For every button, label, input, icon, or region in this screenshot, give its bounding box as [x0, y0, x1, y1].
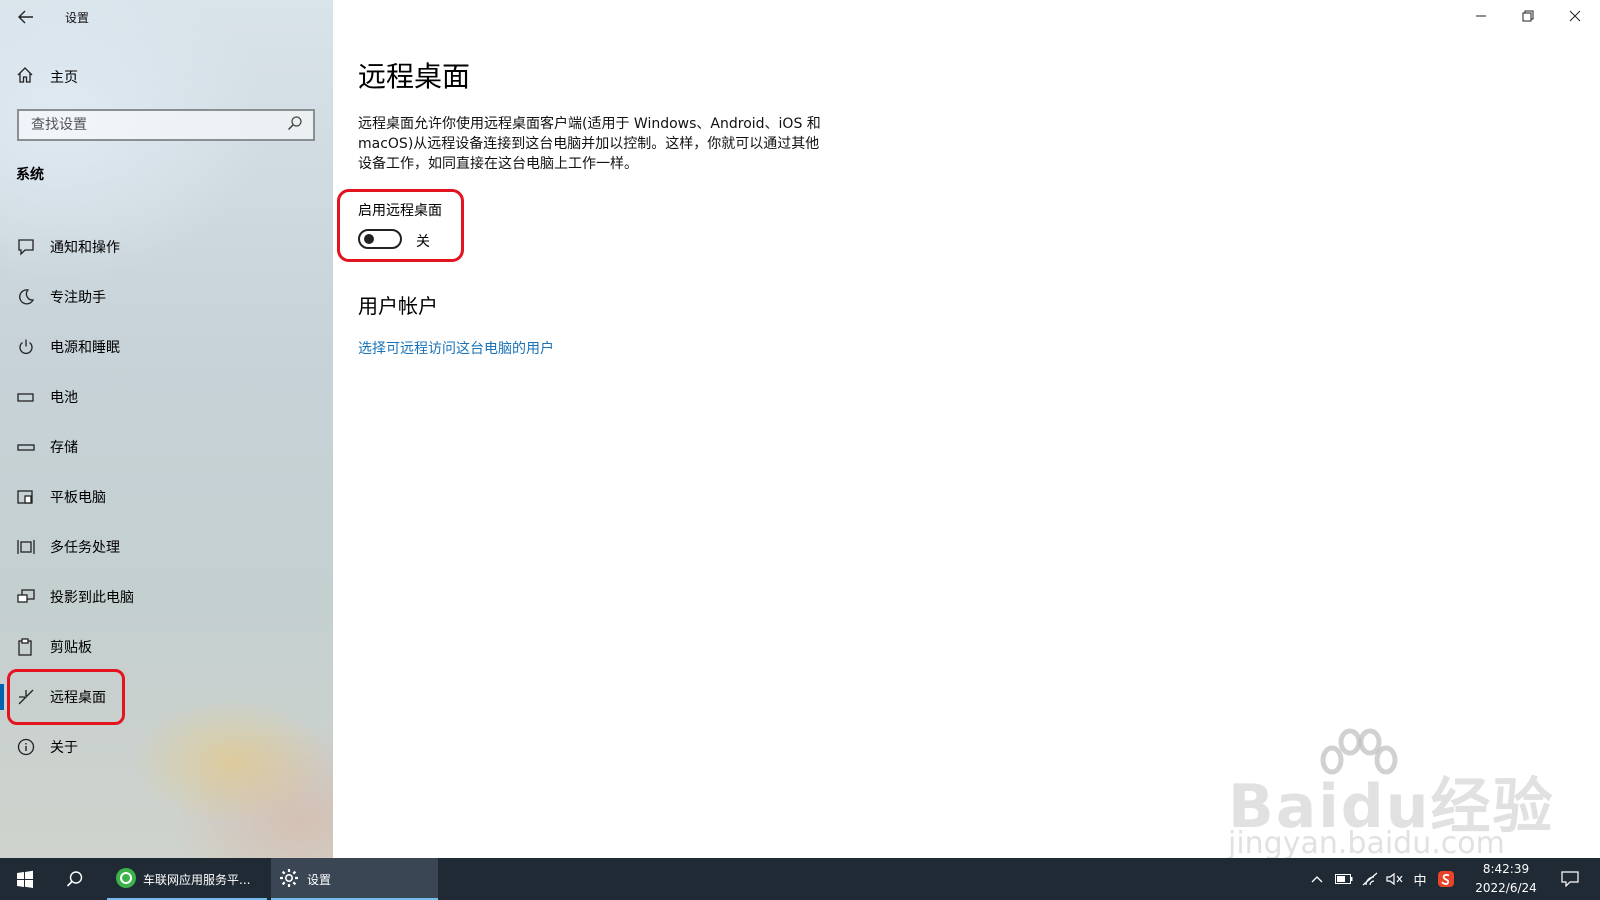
search-box[interactable] [17, 109, 315, 141]
sidebar-item-home[interactable]: 主页 [16, 64, 78, 90]
battery-icon [16, 387, 36, 407]
sidebar: 设置 主页 系统 通知和操作 专注助手 电源和睡眠 电池 [0, 0, 333, 858]
taskbar-app-label: 车联网应用服务平... [143, 872, 251, 887]
search-icon [66, 871, 83, 887]
sidebar-item-focus-assist[interactable]: 专注助手 [0, 272, 333, 322]
taskbar-search-button[interactable] [56, 858, 94, 900]
sidebar-item-label: 远程桌面 [50, 690, 106, 706]
taskbar: 车联网应用服务平... 设置 中 8:42:39 2022/6/24 [0, 858, 1600, 900]
page-description: 远程桌面允许你使用远程桌面客户端(适用于 Windows、Android、iOS… [358, 116, 821, 172]
info-icon [16, 737, 36, 757]
sidebar-item-remote-desktop[interactable]: 远程桌面 [0, 672, 333, 722]
storage-icon [16, 437, 36, 457]
remote-desktop-toggle-label: 启用远程桌面 [358, 203, 442, 219]
moon-icon [16, 287, 36, 307]
page-title: 远程桌面 [358, 60, 471, 93]
sidebar-item-about[interactable]: 关于 [0, 722, 333, 772]
notification-icon [16, 237, 36, 257]
multitask-icon [16, 537, 36, 557]
close-button[interactable] [1552, 0, 1598, 32]
wifi-icon [1362, 872, 1378, 886]
show-hidden-icons-button[interactable] [1306, 858, 1328, 900]
windows-icon [17, 870, 33, 888]
sidebar-item-storage[interactable]: 存储 [0, 422, 333, 472]
back-arrow-icon[interactable] [14, 6, 38, 28]
action-center-button[interactable] [1552, 858, 1588, 900]
sidebar-item-label: 电源和睡眠 [50, 340, 120, 356]
close-icon [1569, 10, 1581, 22]
taskbar-app-settings[interactable]: 设置 [271, 858, 438, 900]
home-label: 主页 [50, 70, 78, 86]
action-center-icon [1561, 871, 1579, 887]
network-tray-button[interactable] [1358, 858, 1382, 900]
home-icon [16, 66, 34, 88]
taskbar-app-browser[interactable]: 车联网应用服务平... [107, 858, 267, 900]
sidebar-item-label: 电池 [50, 390, 78, 406]
clipboard-icon [16, 637, 36, 657]
volume-muted-icon [1386, 872, 1403, 886]
sidebar-item-notifications[interactable]: 通知和操作 [0, 222, 333, 272]
gear-icon [279, 868, 299, 891]
sidebar-item-clipboard[interactable]: 剪贴板 [0, 622, 333, 672]
browser-icon [115, 867, 137, 892]
sidebar-item-label: 关于 [50, 740, 78, 756]
sidebar-item-label: 多任务处理 [50, 540, 120, 556]
user-accounts-heading: 用户帐户 [358, 294, 438, 318]
clock-time: 8:42:39 [1482, 862, 1530, 876]
clock-date: 2022/6/24 [1475, 881, 1537, 895]
toggle-knob [364, 234, 374, 244]
sidebar-item-tablet[interactable]: 平板电脑 [0, 472, 333, 522]
remote-desktop-toggle[interactable] [358, 229, 402, 249]
sidebar-item-power-sleep[interactable]: 电源和睡眠 [0, 322, 333, 372]
sidebar-item-label: 专注助手 [50, 290, 106, 306]
ime-indicator[interactable]: 中 [1408, 858, 1432, 900]
search-icon[interactable] [287, 115, 303, 135]
clock[interactable]: 8:42:39 2022/6/24 [1468, 860, 1544, 898]
sidebar-item-multitasking[interactable]: 多任务处理 [0, 522, 333, 572]
battery-icon [1335, 874, 1353, 884]
sidebar-item-label: 平板电脑 [50, 490, 106, 506]
start-button[interactable] [6, 858, 44, 900]
restore-button[interactable] [1505, 0, 1551, 32]
minimize-icon [1476, 15, 1486, 17]
sidebar-item-label: 剪贴板 [50, 640, 92, 656]
toggle-state-text: 关 [416, 234, 430, 250]
sidebar-item-label: 通知和操作 [50, 240, 120, 256]
chevron-up-icon [1311, 876, 1323, 883]
volume-tray-button[interactable] [1383, 858, 1407, 900]
remote-desktop-icon [16, 687, 36, 707]
sidebar-item-battery[interactable]: 电池 [0, 372, 333, 422]
project-icon [16, 587, 36, 607]
search-input[interactable] [29, 116, 287, 134]
taskbar-app-label: 设置 [307, 872, 332, 887]
select-users-link[interactable]: 选择可远程访问这台电脑的用户 [358, 338, 554, 358]
window-title: 设置 [65, 11, 90, 25]
sogou-ime-icon[interactable] [1434, 858, 1458, 900]
sidebar-nav: 通知和操作 专注助手 电源和睡眠 电池 存储 平板电脑 多任务处理 投影到此电脑… [0, 222, 333, 772]
tablet-icon [16, 487, 36, 507]
minimize-button[interactable] [1458, 0, 1504, 32]
restore-icon [1522, 10, 1534, 22]
battery-tray-button[interactable] [1332, 858, 1356, 900]
sidebar-item-label: 投影到此电脑 [50, 590, 134, 606]
sidebar-item-project[interactable]: 投影到此电脑 [0, 572, 333, 622]
sidebar-item-label: 存储 [50, 440, 78, 456]
watermark-url: jingyan.baidu.com [1228, 826, 1505, 861]
selection-indicator [0, 684, 4, 710]
section-title: 系统 [16, 167, 44, 183]
power-icon [16, 337, 36, 357]
